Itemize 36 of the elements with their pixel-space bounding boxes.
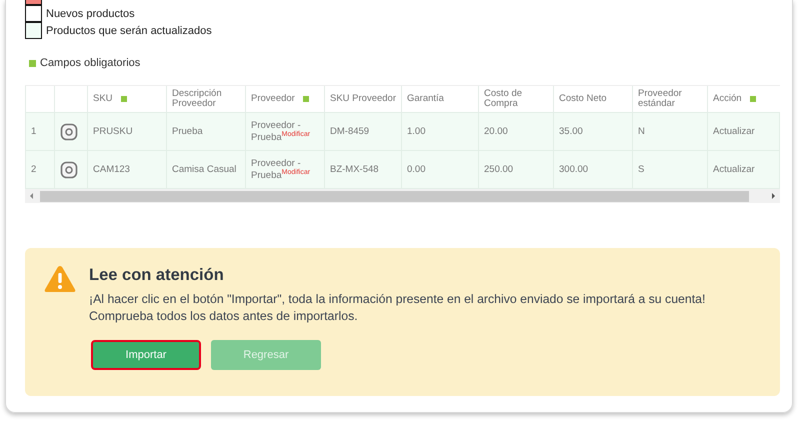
required-note: Campos obligatorios	[40, 57, 140, 69]
table-cell: Camisa Casual	[172, 164, 236, 175]
import-button[interactable]: Importar	[91, 340, 201, 370]
table-cell: Proveedor - Prueba$^{Modificar}$	[251, 158, 310, 182]
table-cell: 20.00	[484, 126, 508, 137]
table-cell: Proveedor - Prueba$^{Modificar}$	[251, 120, 310, 144]
column-header: Garantía	[407, 93, 444, 104]
table-cell: PRUSKU	[93, 126, 133, 137]
table-cell: 1.00	[407, 126, 426, 137]
legend-label: Productos que serán actualizados	[46, 24, 212, 36]
row-number: 1	[31, 126, 36, 137]
column-header: SKU	[93, 93, 113, 104]
table-cell: DM-8459	[330, 126, 370, 137]
table-cell: 250.00	[484, 164, 514, 175]
column-header: Proveedor	[251, 93, 295, 104]
table-cell: 0.00	[407, 164, 426, 175]
table-cell: 300.00	[559, 164, 588, 175]
warning-title: Lee con atención	[89, 266, 225, 285]
warning-text: Comprueba todos los datos antes de importarlos.	[89, 308, 359, 325]
column-header: Costo de Compra	[484, 88, 522, 109]
row-number: 2	[31, 164, 36, 175]
column-header: Acción	[713, 93, 742, 104]
table-cell: 35.00	[559, 126, 583, 137]
column-header: Descripción Proveedor	[172, 88, 222, 109]
table-cell: Actualizar	[713, 126, 755, 137]
table-cell: BZ-MX-548	[330, 164, 379, 175]
legend-label: Nuevos productos	[46, 8, 135, 20]
table-cell: Actualizar	[713, 164, 755, 175]
table-cell: N	[638, 126, 645, 137]
column-header: Costo Neto	[559, 93, 607, 104]
column-header: SKU Proveedor	[330, 93, 396, 104]
column-header: Proveedor estándar	[638, 88, 682, 109]
table-cell: CAM123	[93, 164, 130, 175]
table-cell: S	[638, 164, 644, 175]
warning-text: ¡Al hacer clic en el botón "Importar", toda la información presente en el archivo enviado se importará a su cuenta!	[89, 291, 706, 308]
table-cell: Prueba	[172, 126, 203, 137]
